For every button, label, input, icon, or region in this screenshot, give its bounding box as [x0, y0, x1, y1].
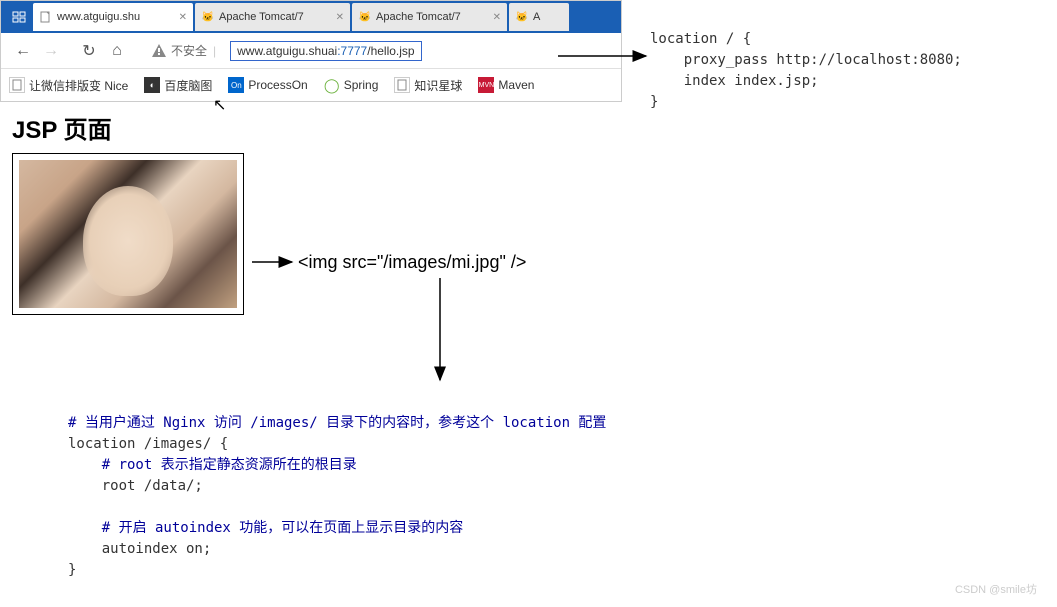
tomcat-icon: 🐱 [201, 10, 215, 24]
close-icon[interactable]: ✕ [336, 12, 344, 23]
page-icon [39, 10, 53, 24]
code-line: proxy_pass http://localhost:8080; [650, 52, 962, 68]
bookmark-item[interactable]: 让微信排版变 Nice [9, 77, 128, 94]
bookmark-label: 让微信排版变 Nice [29, 77, 128, 94]
forward-button[interactable]: → [37, 37, 65, 65]
refresh-button[interactable]: ↻ [75, 37, 103, 65]
url-port: :7777 [337, 44, 367, 58]
tab-label: www.atguigu.shu [57, 11, 175, 23]
watermark: CSDN @smile坊 [955, 581, 1037, 597]
code-line: location / { [650, 31, 751, 47]
page-title: JSP 页面 [12, 110, 1045, 145]
tab-group-icon[interactable] [5, 5, 33, 29]
browser-tab[interactable]: 🐱 Apache Tomcat/7 ✕ [195, 3, 350, 31]
page-icon [9, 77, 25, 93]
tab-label: Apache Tomcat/7 [219, 11, 332, 23]
close-icon[interactable]: ✕ [493, 12, 501, 23]
cursor-icon: ↖ [213, 95, 226, 115]
bookmark-item[interactable]: ◯ Spring [324, 77, 379, 93]
browser-tab[interactable]: 🐱 A [509, 3, 569, 31]
browser-tab[interactable]: www.atguigu.shu ✕ [33, 3, 193, 31]
img-tag-annotation: <img src="/images/mi.jpg" /> [298, 252, 526, 273]
tab-bar: www.atguigu.shu ✕ 🐱 Apache Tomcat/7 ✕ 🐱 … [1, 1, 621, 33]
code-line: index index.jsp; [650, 73, 819, 89]
back-button[interactable]: ← [9, 37, 37, 65]
code-line: } [68, 562, 76, 578]
processon-icon: On [228, 77, 244, 93]
bookmark-label: ProcessOn [248, 78, 307, 92]
photo-image [19, 160, 237, 308]
url-bar[interactable]: www.atguigu.shuai:7777/hello.jsp [230, 41, 421, 61]
url-host: www.atguigu.shuai [237, 44, 337, 58]
warning-icon [151, 43, 167, 59]
page-content: JSP 页面 [0, 102, 1057, 323]
bookmark-item[interactable]: On ProcessOn [228, 77, 307, 93]
nginx-config-bottom: # 当用户通过 Nginx 访问 /images/ 目录下的内容时，参考这个 l… [68, 392, 606, 581]
tomcat-icon: 🐱 [358, 10, 372, 24]
bookmark-item[interactable]: ◐ 百度脑图 [144, 77, 212, 94]
code-line: } [650, 94, 658, 110]
code-comment: # 当用户通过 Nginx 访问 /images/ 目录下的内容时，参考这个 l… [68, 415, 606, 431]
bookmark-label: 百度脑图 [164, 77, 212, 94]
bookmark-bar: 让微信排版变 Nice ◐ 百度脑图 On ProcessOn ◯ Spring… [1, 69, 621, 101]
tab-label: A [533, 11, 563, 23]
code-comment: # 开启 autoindex 功能，可以在页面上显示目录的内容 [68, 520, 463, 536]
page-icon [394, 77, 410, 93]
maven-icon: MVN [478, 77, 494, 93]
tab-label: Apache Tomcat/7 [376, 11, 489, 23]
bookmark-item[interactable]: MVN Maven [478, 77, 534, 93]
tomcat-icon: 🐱 [515, 10, 529, 24]
security-text: 不安全 [171, 42, 207, 59]
image-frame [12, 153, 244, 315]
browser-window: www.atguigu.shu ✕ 🐱 Apache Tomcat/7 ✕ 🐱 … [0, 0, 622, 102]
url-path: /hello.jsp [367, 44, 414, 58]
home-button[interactable]: ⌂ [103, 37, 131, 65]
bookmark-label: 知识星球 [414, 77, 462, 94]
bookmark-label: Maven [498, 78, 534, 92]
baidu-brain-icon: ◐ [144, 77, 160, 93]
browser-tab[interactable]: 🐱 Apache Tomcat/7 ✕ [352, 3, 507, 31]
code-line: autoindex on; [68, 541, 211, 557]
nav-bar: ← → ↻ ⌂ 不安全 | www.atguigu.shuai:7777/hel… [1, 33, 621, 69]
spring-icon: ◯ [324, 77, 340, 93]
code-comment: # root 表示指定静态资源所在的根目录 [68, 457, 357, 473]
security-label: 不安全 | [151, 42, 222, 59]
nginx-config-top: location / { proxy_pass http://localhost… [650, 8, 962, 113]
bookmark-item[interactable]: 知识星球 [394, 77, 462, 94]
close-icon[interactable]: ✕ [179, 12, 187, 23]
code-line: location /images/ { [68, 436, 228, 452]
bookmark-label: Spring [344, 78, 379, 92]
code-line: root /data/; [68, 478, 203, 494]
